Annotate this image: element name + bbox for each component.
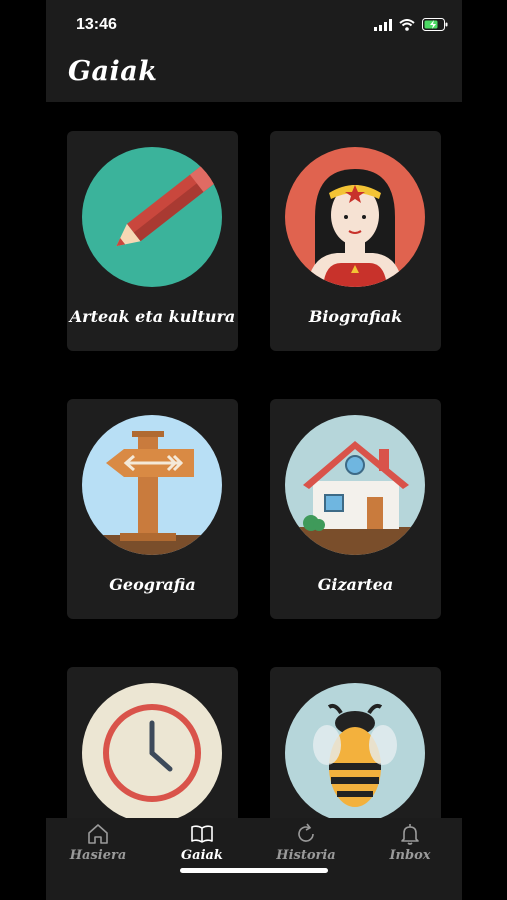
category-card-clock[interactable]	[67, 667, 238, 818]
pencil-icon	[116, 162, 220, 247]
tab-hasiera[interactable]: Hasiera	[46, 818, 150, 878]
signpost-icon	[82, 431, 222, 555]
status-icons	[374, 18, 448, 31]
category-label: Gizartea	[317, 575, 394, 594]
status-time: 13:46	[76, 16, 117, 33]
category-label: Geografia	[109, 575, 196, 594]
bell-icon	[401, 824, 419, 845]
category-card-biografiak[interactable]: Biografiak	[270, 131, 441, 351]
category-card-geografia[interactable]: Geografia	[67, 399, 238, 619]
tab-label: Gaiak	[181, 848, 223, 863]
tab-label: Inbox	[389, 848, 431, 863]
wifi-icon	[399, 18, 415, 31]
category-image	[82, 683, 222, 818]
refresh-icon	[298, 823, 314, 842]
app-screen: 13:46 Gaiak Arteak eta kultura Biografia…	[46, 0, 462, 900]
bee-icon	[313, 703, 397, 807]
book-icon	[191, 825, 213, 843]
category-image	[82, 147, 222, 287]
app-header: Gaiak	[46, 50, 462, 102]
category-card-gizartea[interactable]: Gizartea	[270, 399, 441, 619]
page-title: Gaiak	[68, 56, 158, 87]
tab-label: Hasiera	[69, 848, 127, 863]
bottom-tab-bar: Hasiera Gaiak Historia Inbox	[46, 818, 462, 900]
category-label: Arteak eta kultura	[69, 307, 236, 326]
wonder-woman-icon	[307, 169, 403, 287]
category-label: Biografiak	[308, 307, 403, 326]
clock-icon	[103, 704, 201, 802]
category-image	[82, 415, 222, 555]
category-card-arteak[interactable]: Arteak eta kultura	[67, 131, 238, 351]
status-bar: 13:46	[46, 0, 462, 50]
battery-icon	[422, 18, 448, 31]
category-card-bee[interactable]	[270, 667, 441, 818]
home-indicator[interactable]	[180, 868, 328, 873]
category-image	[285, 147, 425, 287]
tab-inbox[interactable]: Inbox	[358, 818, 462, 878]
house-icon	[285, 441, 425, 555]
category-image	[285, 683, 425, 818]
home-icon	[88, 824, 108, 844]
tab-label: Historia	[276, 848, 336, 863]
signal-icon	[374, 18, 392, 31]
category-grid: Arteak eta kultura Biografiak Geografia …	[46, 102, 462, 818]
category-image	[285, 415, 425, 555]
